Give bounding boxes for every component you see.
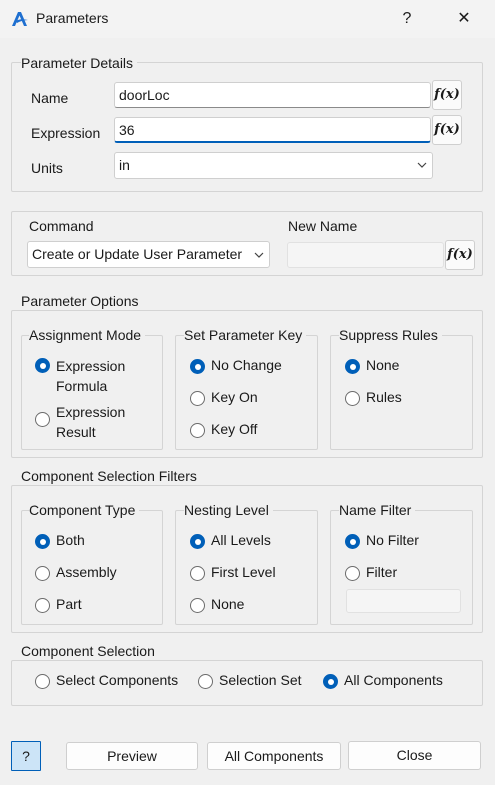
radio-label: None [211,596,245,612]
parameter-options-legend: Parameter Options [21,293,143,309]
type-part-radio[interactable]: Part [35,596,82,613]
name-input[interactable]: doorLoc [114,82,431,108]
close-window-button[interactable]: ✕ [441,5,487,33]
units-select[interactable]: in [114,152,433,179]
all-components-button[interactable]: All Components [207,742,341,770]
radio-icon [190,391,205,406]
radio-label: Assembly [56,564,117,580]
radio-icon [35,566,50,581]
close-button[interactable]: Close [348,741,481,770]
assignment-expression-formula-radio[interactable]: Expression Formula [35,356,155,396]
name-label: Name [31,90,69,106]
radio-icon [190,566,205,581]
app-logo-icon [12,12,28,26]
radio-label: Part [56,596,82,612]
window-title: Parameters [36,10,109,26]
radio-checked-icon [345,359,360,374]
radio-icon [190,598,205,613]
assignment-mode-legend: Assignment Mode [29,327,146,343]
type-both-radio[interactable]: Both [35,532,85,549]
radio-checked-icon [323,674,338,689]
suppress-rules-radio[interactable]: Rules [345,389,402,406]
radio-label: Both [56,532,85,548]
parameter-details-legend: Parameter Details [21,55,138,71]
key-no-change-radio[interactable]: No Change [190,357,282,374]
radio-label: Selection Set [219,672,302,688]
radio-label: Filter [366,564,398,580]
nesting-first-level-radio[interactable]: First Level [190,564,276,581]
preview-button[interactable]: Preview [66,742,198,770]
radio-label: Key On [211,389,258,405]
radio-icon [345,391,360,406]
radio-checked-icon [190,534,205,549]
radio-checked-icon [35,358,50,373]
name-filter-input[interactable] [346,589,461,613]
help-title-button[interactable]: ? [384,5,430,33]
name-fx-button[interactable]: f(x) [432,80,462,110]
set-parameter-key-legend: Set Parameter Key [184,327,307,343]
new-name-input[interactable] [287,242,444,268]
nesting-level-legend: Nesting Level [184,502,273,518]
units-label: Units [31,160,63,176]
suppress-rules-legend: Suppress Rules [339,327,442,343]
radio-icon [35,674,50,689]
radio-label: No Change [211,357,282,373]
radio-label: Rules [366,389,402,405]
radio-checked-icon [190,359,205,374]
component-selection-legend: Component Selection [21,643,159,659]
radio-icon [35,598,50,613]
command-select-value: Create or Update User Parameter [32,246,243,262]
radio-label: First Level [211,564,276,580]
key-on-radio[interactable]: Key On [190,389,258,406]
new-name-fx-button[interactable]: f(x) [445,240,475,270]
radio-label: All Components [344,672,443,688]
nesting-all-levels-radio[interactable]: All Levels [190,532,271,549]
radio-icon [190,423,205,438]
assignment-expression-result-radio[interactable]: Expression Result [35,402,155,442]
radio-checked-icon [345,534,360,549]
radio-label: No Filter [366,532,419,548]
command-select[interactable]: Create or Update User Parameter [27,241,270,268]
nesting-none-radio[interactable]: None [190,596,244,613]
units-select-value: in [119,157,130,173]
expression-input[interactable]: 36 [114,117,431,143]
chevron-down-icon [417,162,427,168]
command-label: Command [29,218,94,234]
component-selection-filters-legend: Component Selection Filters [21,468,201,484]
no-filter-radio[interactable]: No Filter [345,532,419,549]
type-assembly-radio[interactable]: Assembly [35,564,117,581]
radio-label: Select Components [56,672,179,688]
radio-label: All Levels [211,532,271,548]
key-off-radio[interactable]: Key Off [190,421,257,438]
radio-checked-icon [35,534,50,549]
radio-label: Key Off [211,421,258,437]
radio-label: Expression Formula [56,358,126,394]
new-name-label: New Name [288,218,358,234]
filter-radio[interactable]: Filter [345,564,397,581]
name-filter-legend: Name Filter [339,502,416,518]
selection-set-radio[interactable]: Selection Set [198,672,302,689]
radio-icon [198,674,213,689]
chevron-down-icon [254,252,264,258]
radio-icon [35,412,50,427]
radio-icon [345,566,360,581]
suppress-none-radio[interactable]: None [345,357,399,374]
expression-label: Expression [31,125,101,141]
component-type-legend: Component Type [29,502,140,518]
select-components-radio[interactable]: Select Components [35,672,178,689]
all-components-radio[interactable]: All Components [323,672,443,689]
radio-label: Expression Result [56,404,126,440]
help-button[interactable]: ? [11,741,41,771]
expression-fx-button[interactable]: f(x) [432,115,462,145]
radio-label: None [366,357,400,373]
